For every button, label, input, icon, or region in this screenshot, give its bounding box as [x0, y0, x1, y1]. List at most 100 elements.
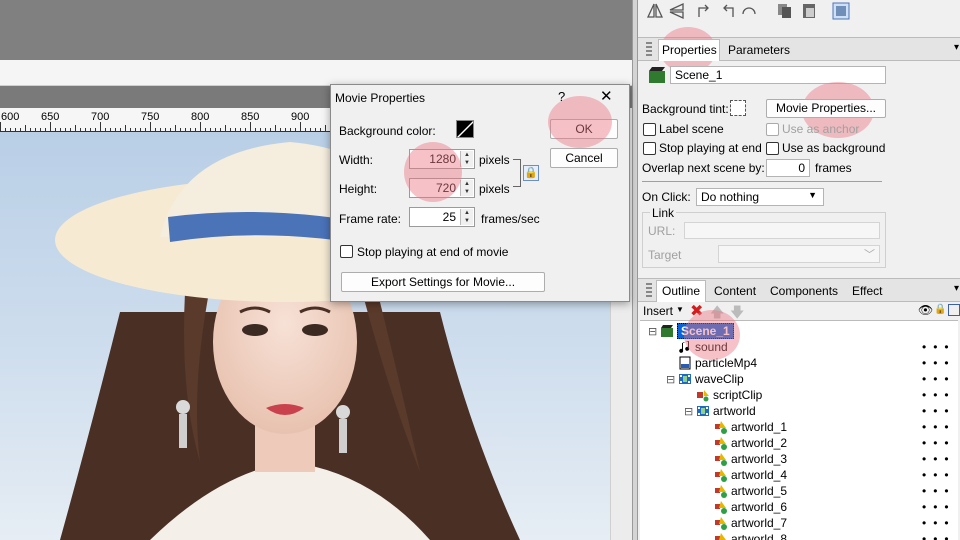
tree-item-flags[interactable]: ••• [922, 404, 956, 418]
use-as-background-checkbox[interactable] [766, 142, 779, 155]
tree-item-flags[interactable]: ••• [922, 436, 956, 450]
tree-item-flags[interactable]: ••• [922, 532, 956, 540]
tree-item[interactable]: artworld_6 [702, 500, 787, 516]
url-label: URL: [648, 224, 676, 238]
scene-name-input[interactable]: Scene_1 [670, 66, 886, 84]
target-select[interactable]: ﹀ [718, 245, 880, 263]
ruler-tick [210, 128, 211, 131]
tab-content[interactable]: Content [714, 284, 756, 298]
chevron-down-icon: ﹀ [864, 249, 875, 261]
tree-item-flags[interactable]: ••• [922, 340, 956, 354]
shape-icon [714, 420, 731, 434]
url-input[interactable] [684, 222, 880, 239]
grip-icon[interactable] [646, 283, 652, 297]
ruler-tick [20, 128, 21, 131]
on-click-select[interactable]: Do nothing ▼ [696, 188, 824, 206]
flip-vertical-icon[interactable] [668, 2, 686, 20]
width-spinner[interactable]: ▲ ▼ [460, 151, 473, 167]
tree-item[interactable]: ⊟ waveClip [666, 372, 744, 388]
tab-parameters[interactable]: Parameters [728, 43, 790, 57]
ruler-tick [110, 128, 111, 131]
tree-item-flags[interactable]: ••• [922, 372, 956, 386]
tint-swatch[interactable] [730, 100, 746, 116]
tree-item[interactable]: artworld_2 [702, 436, 787, 452]
paste-icon[interactable] [800, 2, 818, 20]
overlap-unit: frames [815, 161, 852, 175]
tree-item-flags[interactable]: ••• [922, 468, 956, 482]
tree-item-flags[interactable]: ••• [922, 516, 956, 530]
tree-item-label: artworld_6 [731, 500, 788, 514]
movie-properties-button[interactable]: Movie Properties... [766, 99, 886, 118]
tree-item-flags[interactable]: ••• [922, 356, 956, 370]
frame-rate-input[interactable]: 25 ▲ ▼ [409, 207, 475, 227]
tree-item-flags[interactable]: ••• [922, 388, 956, 402]
grip-icon[interactable] [646, 42, 652, 56]
insert-menu[interactable]: Insert [643, 304, 673, 318]
tree-item[interactable]: artworld_7 [702, 516, 787, 532]
panel-menu-icon[interactable]: ▾ [954, 283, 959, 294]
lock-icon[interactable]: 🔒 [934, 304, 946, 315]
ruler-tick [265, 128, 266, 131]
tree-item[interactable]: artworld_1 [702, 420, 787, 436]
separator [642, 181, 882, 182]
tree-item[interactable]: artworld_8 [702, 532, 787, 540]
stop-playing-checkbox[interactable] [340, 245, 353, 258]
tree-item[interactable]: artworld_5 [702, 484, 787, 500]
lock-icon[interactable]: 🔒 [523, 165, 539, 181]
ruler-tick [295, 128, 296, 131]
tree-item-label: artworld_1 [731, 420, 788, 434]
ruler-tick [260, 128, 261, 131]
cancel-button[interactable]: Cancel [550, 148, 618, 168]
tab-effect[interactable]: Effect [852, 284, 882, 298]
ruler-tick [135, 128, 136, 131]
ruler-tick [80, 128, 81, 131]
rotate-left-icon[interactable] [718, 2, 736, 20]
chevron-down-icon[interactable]: ▼ [676, 305, 684, 314]
collapse-toggle[interactable]: ⊟ [648, 325, 660, 338]
flip-horizontal-icon[interactable] [646, 2, 664, 20]
shape-icon [714, 516, 731, 530]
panel-menu-icon[interactable]: ▾ [954, 42, 959, 53]
visibility-icon[interactable]: 👁 [918, 303, 933, 317]
tree-item-flags[interactable]: ••• [922, 484, 956, 498]
ruler-tick [120, 128, 121, 131]
rotate-right-icon[interactable] [696, 2, 714, 20]
right-panel: Properties Parameters ▾ Scene_1 Backgrou… [638, 0, 960, 540]
tree-item-label: artworld_4 [731, 468, 788, 482]
tab-properties[interactable]: Properties [662, 43, 717, 57]
rotate-icon[interactable] [740, 2, 758, 20]
ruler-tick [190, 128, 191, 131]
ruler-tick [45, 128, 46, 131]
export-settings-button[interactable]: Export Settings for Movie... [341, 272, 545, 292]
outline-toggle-icon[interactable] [948, 304, 960, 316]
overlap-input[interactable]: 0 [766, 159, 810, 177]
ruler-tick [5, 128, 6, 131]
tree-item[interactable]: scriptClip [684, 388, 762, 404]
tree-item-flags[interactable]: ••• [922, 420, 956, 434]
background-color-swatch[interactable] [456, 120, 474, 138]
frame-rate-spinner[interactable]: ▲ ▼ [460, 209, 473, 225]
collapse-toggle[interactable]: ⊟ [666, 373, 678, 386]
height-spinner[interactable]: ▲ ▼ [460, 180, 473, 196]
ruler-tick [100, 122, 101, 131]
collapse-toggle[interactable]: ⊟ [684, 405, 696, 418]
tree-item-flags[interactable]: ••• [922, 500, 956, 514]
ruler-tick [50, 122, 51, 131]
ruler-tick [215, 128, 216, 131]
ruler-tick [240, 128, 241, 131]
tab-outline[interactable]: Outline [662, 284, 700, 298]
image-frame-icon[interactable] [832, 2, 850, 20]
dialog-title: Movie Properties [335, 91, 426, 105]
shape-icon [714, 500, 731, 514]
tree-item[interactable]: artworld_4 [702, 468, 787, 484]
label-scene-checkbox[interactable] [643, 123, 656, 136]
stop-at-end-checkbox[interactable] [643, 142, 656, 155]
ruler-tick [25, 125, 26, 131]
tab-components[interactable]: Components [770, 284, 838, 298]
ruler-tick [200, 122, 201, 131]
tree-item[interactable]: artworld_3 [702, 452, 787, 468]
use-as-anchor-checkbox[interactable] [766, 123, 779, 136]
copy-icon[interactable] [776, 2, 794, 20]
tree-item-flags[interactable]: ••• [922, 452, 956, 466]
tree-item[interactable]: ⊟ artworld [684, 404, 756, 420]
